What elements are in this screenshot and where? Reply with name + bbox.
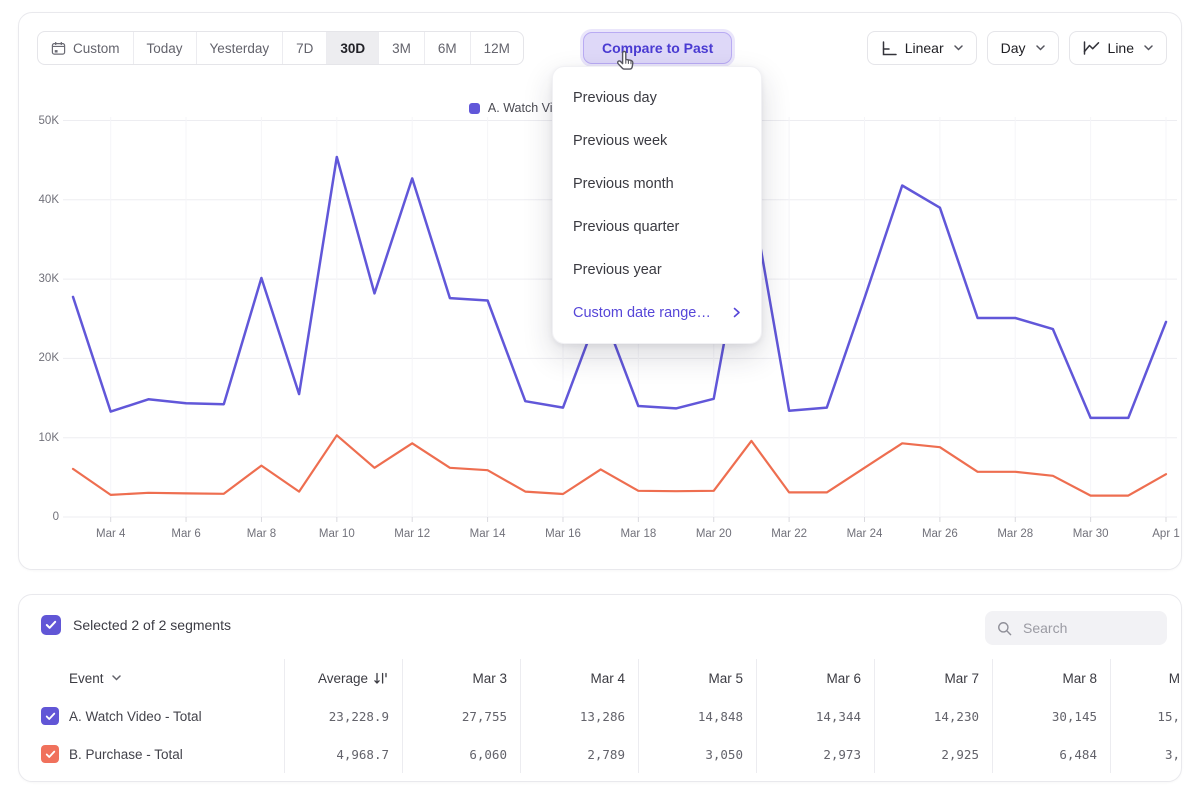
x-axis-label: Apr 1 [1152, 528, 1180, 540]
x-axis-label: Mar 18 [620, 528, 656, 540]
value-cell: 14,230 [874, 697, 992, 735]
y-axis-label: 0 [19, 511, 59, 523]
segments-header: Selected 2 of 2 segments [41, 615, 231, 635]
x-axis-label: Mar 4 [96, 528, 125, 540]
x-axis-label: Mar 24 [847, 528, 883, 540]
y-axis-label: 30K [19, 273, 59, 285]
legend-swatch [469, 103, 480, 114]
value-cell: 6,484 [992, 735, 1110, 773]
compare-menu: Previous dayPrevious weekPrevious monthP… [552, 66, 762, 344]
value-cell: 23,228.9 [284, 697, 402, 735]
sort-desc-icon [374, 672, 389, 685]
menu-item-previous-month[interactable]: Previous month [553, 162, 761, 205]
segments-table: Event AverageMar 3Mar 4Mar 5Mar 6Mar 7Ma… [19, 659, 1181, 773]
column-header-mar-3: Mar 3 [402, 659, 520, 697]
x-axis-label: Mar 22 [771, 528, 807, 540]
column-header-mar-4: Mar 4 [520, 659, 638, 697]
event-header-label: Event [69, 671, 104, 686]
cursor-pointer-icon [612, 48, 640, 76]
row-checkbox[interactable] [41, 745, 59, 763]
column-header-mar-5: Mar 5 [638, 659, 756, 697]
column-header-mar-6: Mar 6 [756, 659, 874, 697]
y-axis-label: 10K [19, 432, 59, 444]
x-axis-label: Mar 28 [997, 528, 1033, 540]
value-cell: 3, [1110, 735, 1182, 773]
chevron-down-icon [112, 675, 121, 681]
table-row: A. Watch Video - Total 23,228.927,75513,2… [19, 697, 1181, 735]
value-cell: 3,050 [638, 735, 756, 773]
value-cell: 27,755 [402, 697, 520, 735]
value-cell: 2,925 [874, 735, 992, 773]
value-cell: 2,789 [520, 735, 638, 773]
y-axis-label: 50K [19, 115, 59, 127]
column-header-mar-8: Mar 8 [992, 659, 1110, 697]
x-axis-label: Mar 30 [1073, 528, 1109, 540]
segments-panel: Selected 2 of 2 segments Event AverageMa… [18, 594, 1182, 782]
y-axis-label: 40K [19, 194, 59, 206]
event-label: B. Purchase - Total [69, 747, 183, 762]
row-checkbox[interactable] [41, 707, 59, 725]
column-header-mar-7: Mar 7 [874, 659, 992, 697]
table-body: A. Watch Video - Total 23,228.927,75513,2… [19, 697, 1181, 773]
menu-item-previous-quarter[interactable]: Previous quarter [553, 205, 761, 248]
value-cell: 4,968.7 [284, 735, 402, 773]
checkmark-icon [45, 750, 56, 759]
x-axis-label: Mar 14 [470, 528, 506, 540]
value-cell: 14,848 [638, 697, 756, 735]
column-header-m: M [1110, 659, 1182, 697]
select-all-checkbox[interactable] [41, 615, 61, 635]
table-row: B. Purchase - Total 4,968.76,0602,7893,05… [19, 735, 1181, 773]
column-header-average[interactable]: Average [284, 659, 402, 697]
value-cell: 2,973 [756, 735, 874, 773]
menu-item-custom-date-range[interactable]: Custom date range… [553, 291, 761, 334]
search-box[interactable] [985, 611, 1167, 645]
menu-item-previous-year[interactable]: Previous year [553, 248, 761, 291]
value-cell: 15, [1110, 697, 1182, 735]
x-axis-label: Mar 6 [171, 528, 200, 540]
search-icon [997, 620, 1012, 637]
value-cell: 13,286 [520, 697, 638, 735]
event-label: A. Watch Video - Total [69, 709, 202, 724]
selected-count-text: Selected 2 of 2 segments [73, 617, 231, 633]
checkmark-icon [45, 712, 56, 721]
search-input[interactable] [1021, 619, 1155, 637]
x-axis-label: Mar 10 [319, 528, 355, 540]
y-axis-label: 20K [19, 352, 59, 364]
menu-item-previous-day[interactable]: Previous day [553, 76, 761, 119]
x-axis-label: Mar 12 [394, 528, 430, 540]
menu-item-previous-week[interactable]: Previous week [553, 119, 761, 162]
x-axis-label: Mar 26 [922, 528, 958, 540]
x-axis-label: Mar 8 [247, 528, 276, 540]
x-axis-label: Mar 16 [545, 528, 581, 540]
event-cell: B. Purchase - Total [19, 735, 284, 773]
x-axis-label: Mar 20 [696, 528, 732, 540]
checkmark-icon [45, 620, 57, 630]
value-cell: 6,060 [402, 735, 520, 773]
value-cell: 30,145 [992, 697, 1110, 735]
value-cell: 14,344 [756, 697, 874, 735]
table-header-row: Event AverageMar 3Mar 4Mar 5Mar 6Mar 7Ma… [19, 659, 1181, 697]
chevron-right-icon [733, 307, 741, 318]
event-cell: A. Watch Video - Total [19, 697, 284, 735]
column-header-event[interactable]: Event [19, 659, 284, 697]
